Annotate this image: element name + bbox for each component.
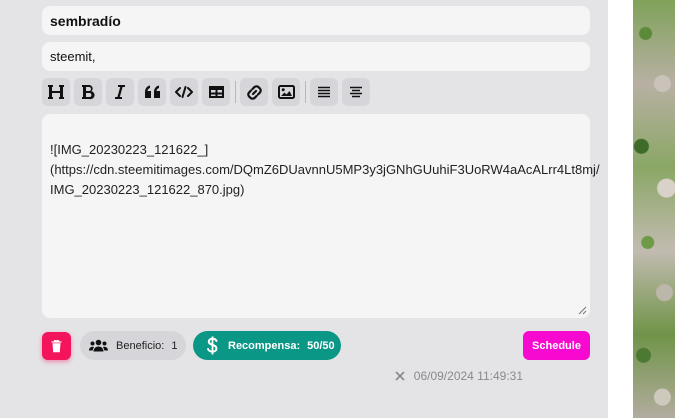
image-icon bbox=[277, 85, 295, 99]
code-icon bbox=[175, 86, 193, 98]
divider bbox=[608, 0, 633, 418]
align-justify-button[interactable] bbox=[310, 78, 338, 106]
schedule-button[interactable]: Schedule bbox=[523, 331, 590, 360]
beneficio-count: 1 bbox=[171, 339, 178, 352]
tags-input[interactable]: steemit, bbox=[42, 42, 590, 71]
dollar-icon bbox=[207, 336, 218, 355]
table-button[interactable] bbox=[202, 78, 230, 106]
bold-icon bbox=[82, 84, 95, 100]
formatting-toolbar bbox=[42, 78, 374, 106]
quote-button[interactable] bbox=[138, 78, 166, 106]
title-value: sembradío bbox=[50, 12, 121, 29]
schedule-date: 06/09/2024 11:49:31 bbox=[413, 369, 523, 383]
align-justify-icon bbox=[318, 86, 330, 98]
link-icon bbox=[246, 84, 262, 100]
preview-image bbox=[633, 0, 675, 418]
toolbar-divider bbox=[235, 81, 236, 103]
link-button[interactable] bbox=[240, 78, 268, 106]
table-icon bbox=[208, 86, 224, 98]
reward-button[interactable]: Recompensa: 50/50 bbox=[193, 331, 341, 360]
heading-icon bbox=[48, 85, 64, 99]
toolbar-divider bbox=[305, 81, 306, 103]
resize-handle-icon[interactable] bbox=[578, 306, 587, 315]
delete-draft-button[interactable] bbox=[42, 332, 71, 360]
clear-date-button[interactable] bbox=[395, 371, 405, 381]
trash-icon bbox=[51, 339, 62, 352]
title-input[interactable]: sembradío bbox=[42, 6, 590, 35]
heading-button[interactable] bbox=[42, 78, 70, 106]
image-button[interactable] bbox=[272, 78, 300, 106]
body-line: IMG_20230223_121622_870.jpg) bbox=[50, 182, 245, 197]
body-line: (https://cdn.steemitimages.com/DQmZ6DUav… bbox=[50, 162, 600, 177]
close-icon bbox=[395, 371, 405, 381]
bold-button[interactable] bbox=[74, 78, 102, 106]
recompensa-value: 50/50 bbox=[307, 339, 335, 352]
quote-icon bbox=[144, 85, 160, 98]
italic-icon bbox=[115, 85, 125, 99]
align-center-icon bbox=[350, 86, 362, 98]
post-body-textarea[interactable]: ![IMG_20230223_121622_] (https://cdn.ste… bbox=[42, 114, 600, 318]
post-editor: sembradío steemit, ![IMG_20230223_121622… bbox=[0, 0, 608, 418]
body-line: ![IMG_20230223_121622_] bbox=[50, 142, 209, 157]
users-icon bbox=[89, 339, 108, 352]
italic-button[interactable] bbox=[106, 78, 134, 106]
schedule-date-row: 06/09/2024 11:49:31 bbox=[395, 368, 523, 384]
beneficio-label: Beneficio: bbox=[116, 339, 165, 352]
align-center-button[interactable] bbox=[342, 78, 370, 106]
code-button[interactable] bbox=[170, 78, 198, 106]
beneficiary-button[interactable]: Beneficio: 1 bbox=[80, 331, 186, 360]
tags-value: steemit, bbox=[50, 49, 96, 64]
recompensa-label: Recompensa: bbox=[228, 339, 301, 352]
